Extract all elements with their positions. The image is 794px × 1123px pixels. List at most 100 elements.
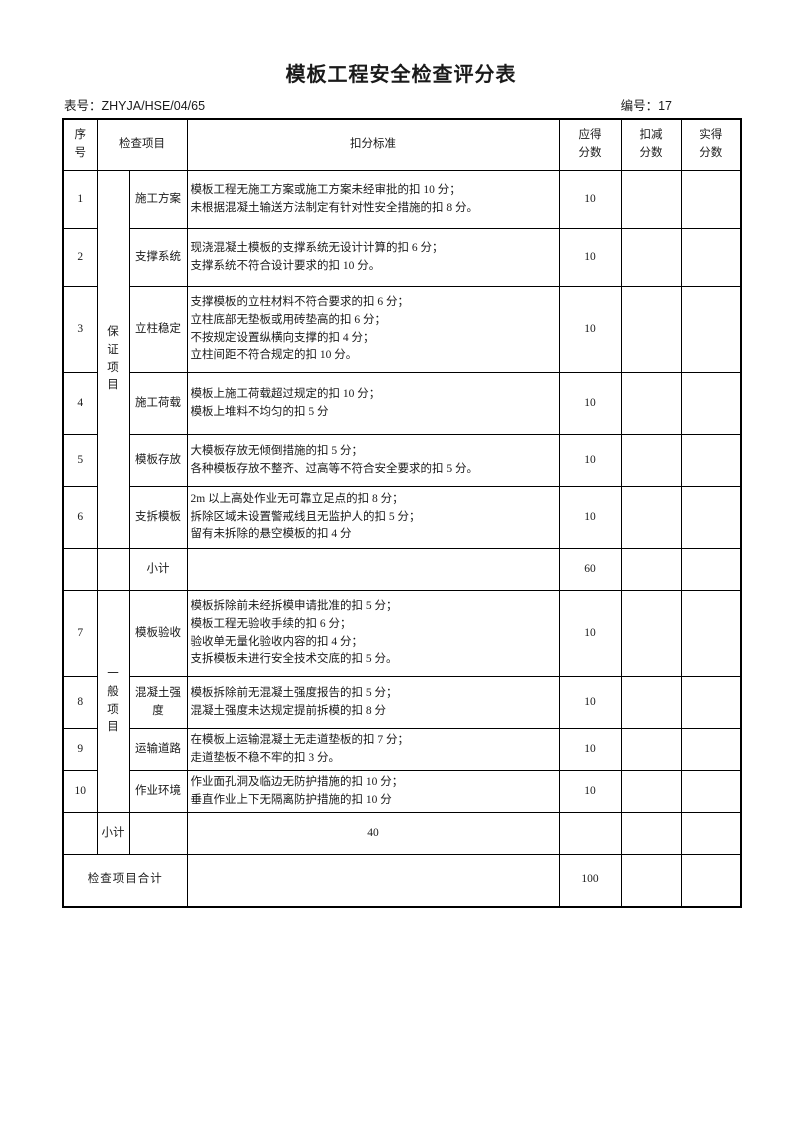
row-actual-score[interactable] bbox=[680, 228, 742, 287]
row-deducted-score[interactable] bbox=[620, 590, 682, 677]
criteria-line: 不按规定设置纵横向支撑的扣 4 分； bbox=[190, 331, 375, 344]
row-due-score: 10 bbox=[558, 228, 622, 287]
row-criteria: 模板拆除前未经拆模申请批准的扣 5 分； 模板工程无验收手续的扣 6 分； 验收… bbox=[186, 590, 560, 677]
subtotal-serial-no-blank bbox=[62, 812, 98, 855]
category-guarantee: 保 证 项 目 bbox=[96, 170, 130, 549]
grand-total-deducted-score[interactable] bbox=[620, 854, 682, 907]
row-criteria: 模板拆除前无混凝土强度报告的扣 5 分； 混凝土强度未达规定提前拆模的扣 8 分 bbox=[186, 676, 560, 729]
row-actual-score[interactable] bbox=[680, 170, 742, 229]
row-deducted-score[interactable] bbox=[620, 434, 682, 487]
criteria-line: 作业面孔洞及临边无防护措施的扣 10 分； bbox=[190, 775, 404, 788]
criteria-line: 留有未拆除的悬空模板的扣 4 分 bbox=[190, 528, 352, 541]
page-title: 模板工程安全检查评分表 bbox=[285, 64, 517, 86]
row-item-name: 运输道路 bbox=[128, 728, 188, 771]
criteria-line: 垂直作业上下无隔离防护措施的扣 10 分 bbox=[190, 793, 392, 806]
row-actual-score[interactable] bbox=[680, 728, 742, 771]
form-number: 表号：ZHYJA/HSE/04/65 bbox=[64, 95, 205, 114]
document-page: 模板工程安全检查评分表 表号：ZHYJA/HSE/04/65 编号：17 序 号… bbox=[0, 0, 794, 1123]
row-due-score: 10 bbox=[558, 286, 622, 373]
row-due-score: 10 bbox=[558, 728, 622, 771]
criteria-line: 混凝土强度未达规定提前拆模的扣 8 分 bbox=[190, 704, 387, 717]
row-deducted-score[interactable] bbox=[620, 486, 682, 549]
category-general-char-1: 一 bbox=[107, 667, 119, 680]
criteria-line: 验收单无量化验收内容的扣 4 分； bbox=[190, 635, 364, 648]
header-deduction-standard: 扣分标准 bbox=[186, 118, 560, 171]
criteria-line: 立柱间距不符合规定的扣 10 分。 bbox=[190, 349, 358, 362]
table-row: 7 一 般 项 目 模板验收 模板拆除前未经拆模申请批准的扣 5 分； 模板工程… bbox=[62, 590, 742, 813]
subtotal-actual-score[interactable] bbox=[620, 812, 682, 855]
row-due-score: 10 bbox=[558, 170, 622, 229]
row-item-name: 支拆模板 bbox=[128, 486, 188, 549]
subtotal-criteria-blank bbox=[186, 548, 560, 591]
row-deducted-score[interactable] bbox=[620, 372, 682, 435]
row-criteria: 模板上施工荷载超过规定的扣 10 分； 模板上堆料不均匀的扣 5 分 bbox=[186, 372, 560, 435]
row-serial-no: 3 bbox=[62, 286, 98, 373]
table-row: 5 模板存放 大模板存放无倾倒措施的扣 5 分； 各种模板存放不整齐、过高等不符… bbox=[62, 434, 742, 487]
row-actual-score[interactable] bbox=[680, 372, 742, 435]
row-actual-score[interactable] bbox=[680, 770, 742, 813]
row-criteria: 大模板存放无倾倒措施的扣 5 分； 各种模板存放不整齐、过高等不符合安全要求的扣… bbox=[186, 434, 560, 487]
row-criteria: 2m 以上高处作业无可靠立足点的扣 8 分； 拆除区域未设置警戒线且无监护人的扣… bbox=[186, 486, 560, 549]
document-meta: 表号：ZHYJA/HSE/04/65 编号：17 bbox=[62, 95, 740, 114]
row-actual-score[interactable] bbox=[680, 286, 742, 373]
form-number-label: 表号： bbox=[64, 99, 102, 113]
row-item-name: 支撑系统 bbox=[128, 228, 188, 287]
row-actual-score[interactable] bbox=[680, 434, 742, 487]
criteria-line: 模板工程无验收手续的扣 6 分； bbox=[190, 617, 352, 630]
row-due-score: 10 bbox=[558, 770, 622, 813]
criteria-line: 2m 以上高处作业无可靠立足点的扣 8 分； bbox=[190, 492, 404, 505]
row-actual-score[interactable] bbox=[680, 486, 742, 549]
table-row: 1 保 证 项 目 施工方案 模板工程无施工方案或施工方案未经审批的扣 10 分… bbox=[62, 170, 742, 549]
category-guarantee-char-3: 项 bbox=[107, 361, 119, 374]
row-serial-no: 10 bbox=[62, 770, 98, 813]
row-criteria: 现浇混凝土模板的支撑系统无设计计算的扣 6 分； 支撑系统不符合设计要求的扣 1… bbox=[186, 228, 560, 287]
row-item-name: 施工荷载 bbox=[128, 372, 188, 435]
row-deducted-score[interactable] bbox=[620, 770, 682, 813]
row-deducted-score[interactable] bbox=[620, 676, 682, 729]
grand-total-actual-score[interactable] bbox=[680, 854, 742, 907]
category-general-char-3: 项 bbox=[107, 703, 119, 716]
criteria-line: 模板上施工荷载超过规定的扣 10 分； bbox=[190, 387, 381, 400]
subtotal-actual-score[interactable] bbox=[680, 548, 742, 591]
row-item-name: 立柱稳定 bbox=[128, 286, 188, 373]
row-criteria: 在模板上运输混凝土无走道垫板的扣 7 分； 走道垫板不稳不牢的扣 3 分。 bbox=[186, 728, 560, 771]
subtotal-deducted-score[interactable] bbox=[558, 812, 622, 855]
header-due-score-line2: 分数 bbox=[578, 147, 602, 159]
score-table: 序 号 检查项目 扣分标准 应得 分数 扣减 分数 实得 分数 1 保 证 项 … bbox=[62, 118, 742, 908]
criteria-line: 未根据混凝土输送方法制定有针对性安全措施的扣 8 分。 bbox=[190, 201, 479, 214]
subtotal-deducted-score[interactable] bbox=[620, 548, 682, 591]
row-criteria: 作业面孔洞及临边无防护措施的扣 10 分； 垂直作业上下无隔离防护措施的扣 10… bbox=[186, 770, 560, 813]
grand-total-row: 检查项目合计 100 bbox=[62, 854, 742, 907]
subtotal-due-score: 40 bbox=[186, 812, 560, 855]
row-deducted-score[interactable] bbox=[620, 170, 682, 229]
row-deducted-score[interactable] bbox=[620, 286, 682, 373]
criteria-line: 支撑系统不符合设计要求的扣 10 分。 bbox=[190, 259, 381, 272]
category-general: 一 般 项 目 bbox=[96, 590, 130, 813]
row-serial-no: 2 bbox=[62, 228, 98, 287]
row-due-score: 10 bbox=[558, 590, 622, 677]
grand-total-due-score: 100 bbox=[558, 854, 622, 907]
category-guarantee-char-4: 目 bbox=[107, 379, 119, 392]
grand-total-label: 检查项目合计 bbox=[62, 854, 188, 907]
row-due-score: 10 bbox=[558, 372, 622, 435]
row-deducted-score[interactable] bbox=[620, 228, 682, 287]
criteria-line: 大模板存放无倾倒措施的扣 5 分； bbox=[190, 444, 364, 457]
subtotal-row-general: 小计 40 bbox=[62, 812, 741, 855]
header-serial-no-line1: 序 bbox=[74, 129, 87, 142]
table-row: 2 支撑系统 现浇混凝土模板的支撑系统无设计计算的扣 6 分； 支撑系统不符合设… bbox=[62, 228, 742, 287]
category-guarantee-char-1: 保 bbox=[107, 325, 119, 338]
category-general-char-4: 目 bbox=[107, 721, 119, 734]
row-item-name: 模板存放 bbox=[128, 434, 188, 487]
criteria-line: 支撑模板的立柱材料不符合要求的扣 6 分； bbox=[190, 295, 410, 308]
row-serial-no: 4 bbox=[62, 372, 98, 435]
category-general-char-2: 般 bbox=[107, 685, 119, 698]
header-actual-score-line2: 分数 bbox=[699, 147, 723, 159]
row-deducted-score[interactable] bbox=[620, 728, 682, 771]
row-serial-no: 1 bbox=[62, 170, 98, 229]
subtotal-label: 小计 bbox=[128, 548, 188, 591]
header-actual-score-line1: 实得 bbox=[699, 129, 723, 142]
row-actual-score[interactable] bbox=[680, 590, 742, 677]
criteria-line: 走道垫板不稳不牢的扣 3 分。 bbox=[190, 751, 341, 764]
row-actual-score[interactable] bbox=[680, 676, 742, 729]
row-item-name: 施工方案 bbox=[128, 170, 188, 229]
